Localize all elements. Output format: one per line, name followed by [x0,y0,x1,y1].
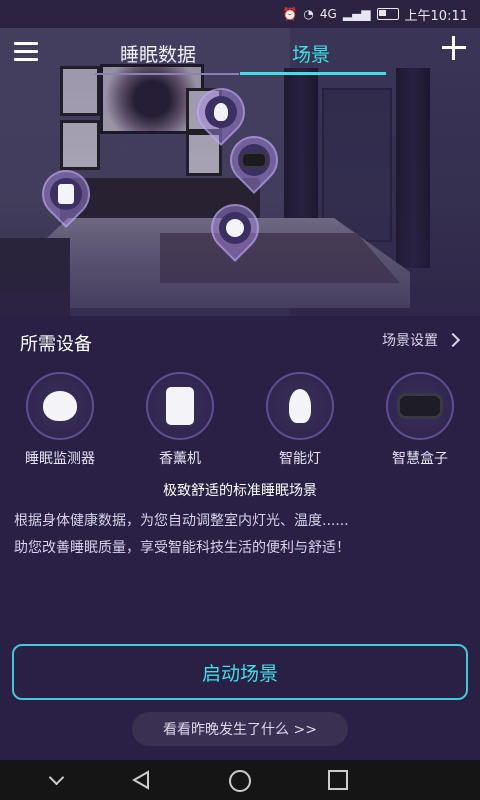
tab-indicator-inactive [95,73,239,75]
hide-keyboard-icon[interactable] [47,770,67,790]
smart-box-icon [400,396,440,416]
scene-settings-label: 场景设置 [382,333,438,349]
scene-description: 根据身体健康数据，为您自动调整室内灯光、温度...... 助您改善睡眠质量，享受… [14,508,350,562]
status-bar: ⏰ ◔ 4G ▂▄▆ 上午10:11 [0,0,480,28]
section-title: 所需设备 [20,334,92,355]
alarm-icon: ⏰ [282,7,298,21]
aroma-diffuser-icon [58,184,74,204]
battery-icon [376,8,399,20]
menu-icon[interactable] [14,40,38,64]
network-type: 4G [319,7,337,21]
add-icon[interactable] [442,36,466,60]
device-label: 睡眠监测器 [25,451,95,467]
sleep-monitor-icon [226,219,244,237]
aroma-diffuser-icon [166,387,194,425]
tab-indicator-active [240,72,386,75]
top-bar: 睡眠数据 场景 [0,28,480,84]
description-line: 助您改善睡眠质量，享受智能科技生活的便利与舒适！ [14,540,350,556]
smart-bulb-icon [214,103,228,121]
signal-icon: ▂▄▆ [342,7,371,21]
recent-apps-icon[interactable] [328,770,348,790]
system-nav-bar [0,760,480,800]
wifi-icon: ◔ [303,7,314,21]
back-icon[interactable] [132,770,150,790]
home-icon[interactable] [229,770,251,792]
device-circle [266,372,334,440]
smart-box-icon [243,154,265,166]
device-label: 智能灯 [279,451,321,467]
smart-bulb-icon [289,389,311,423]
description-line: 根据身体健康数据，为您自动调整室内灯光、温度...... [14,513,349,529]
device-list: 睡眠监测器 香薰机 智能灯 智慧盒子 [0,372,480,468]
device-item-sleep-monitor[interactable]: 睡眠监测器 [5,372,115,468]
start-scene-button[interactable]: 启动场景 [12,644,468,700]
last-night-button[interactable]: 看看昨晚发生了什么 >> [132,712,348,746]
device-circle [26,372,94,440]
scene-tagline: 极致舒适的标准睡眠场景 [163,483,317,499]
status-time: 上午10:11 [404,8,468,24]
device-circle [146,372,214,440]
device-item-smart-box[interactable]: 智慧盒子 [365,372,475,468]
device-item-smart-bulb[interactable]: 智能灯 [245,372,355,468]
device-label: 智慧盒子 [392,451,448,467]
device-item-aroma-diffuser[interactable]: 香薰机 [125,372,235,468]
device-label: 香薰机 [159,451,201,467]
tab-scene[interactable]: 场景 [292,40,330,67]
scene-settings-link[interactable]: 场景设置 [382,330,461,350]
device-circle [386,372,454,440]
chevron-right-icon [445,332,461,348]
sleep-monitor-icon [43,391,77,421]
tab-sleep-data[interactable]: 睡眠数据 [120,40,196,67]
